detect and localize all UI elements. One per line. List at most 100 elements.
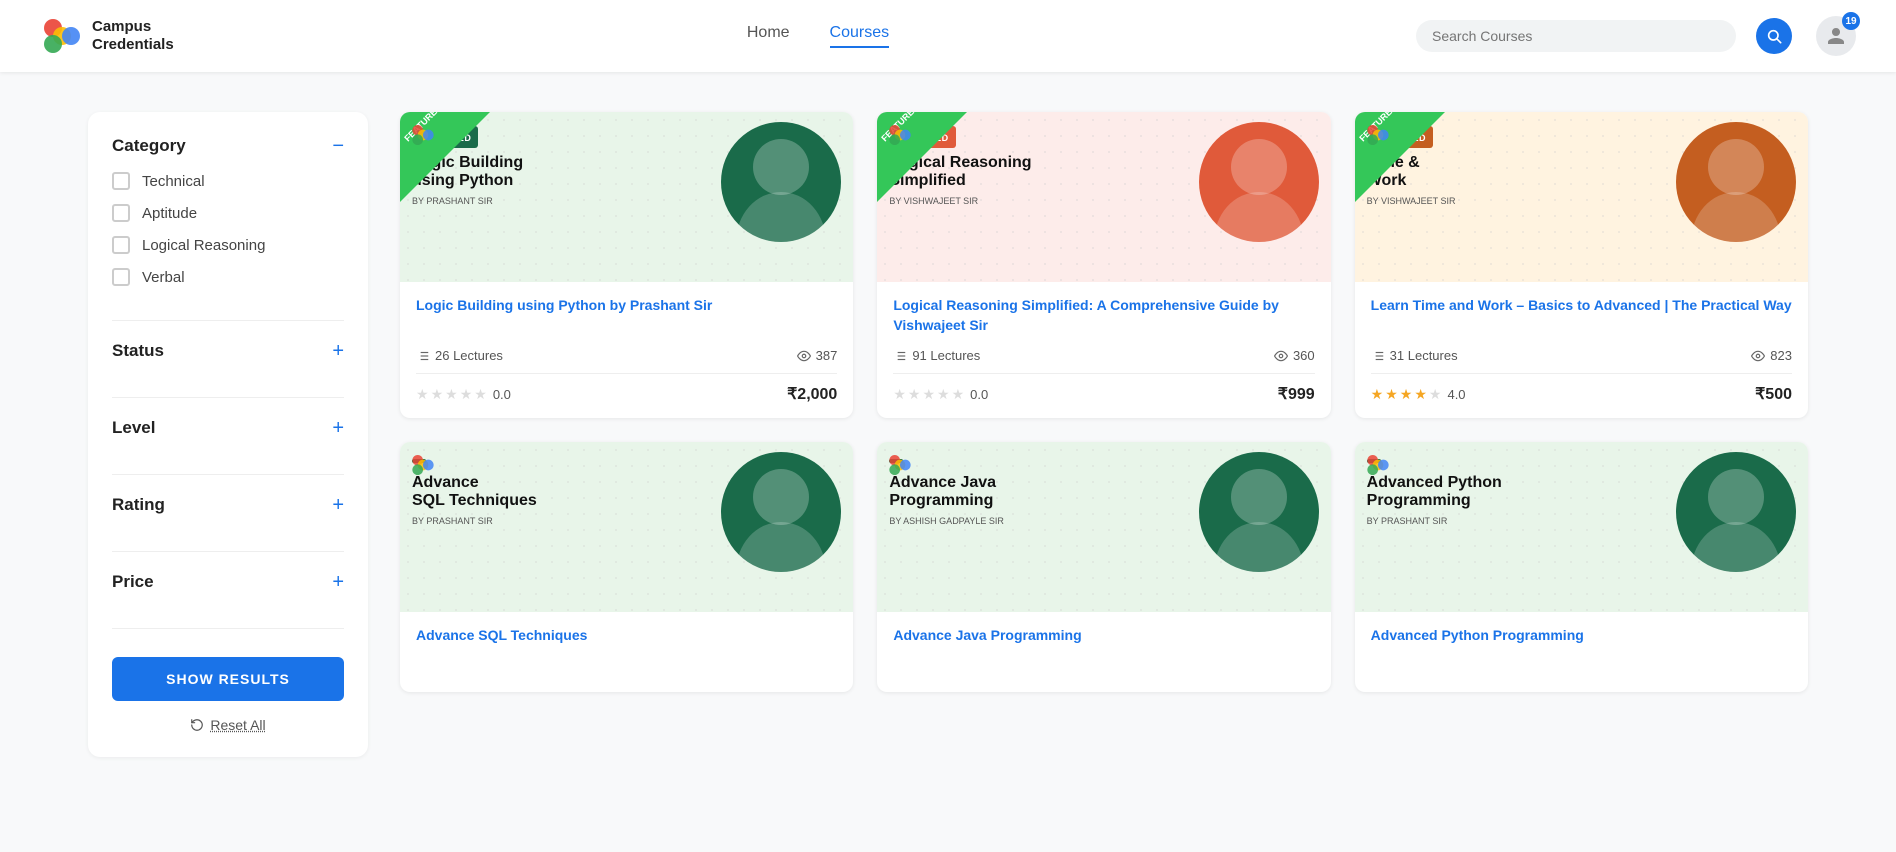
search-button[interactable] <box>1756 18 1792 54</box>
course-thumbnail: AdvanceSQL Techniques BY PRASHANT SIR <box>400 442 853 612</box>
filter-option-technical[interactable]: Technical <box>112 172 344 190</box>
price-title: Price <box>112 572 154 592</box>
course-card[interactable]: FEATURED Time &Work BY VISHWAJEET SIR FE… <box>1355 112 1808 418</box>
checkbox-verbal[interactable] <box>112 268 130 286</box>
thumb-author: BY PRASHANT SIR <box>1367 516 1517 526</box>
cc-logo-thumb <box>410 452 436 483</box>
person-placeholder <box>1676 122 1796 242</box>
rating-title: Rating <box>112 495 165 515</box>
filter-option-aptitude[interactable]: Aptitude <box>112 204 344 222</box>
star-empty: ★ <box>474 386 487 403</box>
star-empty: ★ <box>460 386 473 403</box>
label-logical: Logical Reasoning <box>142 237 265 254</box>
rating-stars: ★★★★★ 4.0 <box>1371 386 1466 403</box>
cc-logo-thumb <box>410 122 436 153</box>
cc-logo-thumb <box>887 452 913 483</box>
filter-option-verbal[interactable]: Verbal <box>112 268 344 286</box>
rating-toggle[interactable]: + <box>332 495 344 515</box>
logo-text: Campus Credentials <box>92 18 174 54</box>
star-empty: ★ <box>445 386 458 403</box>
person-placeholder <box>721 452 841 572</box>
course-card[interactable]: AdvanceSQL Techniques BY PRASHANT SIR Ad… <box>400 442 853 692</box>
user-avatar[interactable]: 19 <box>1816 16 1856 56</box>
course-title: Logic Building using Python by Prashant … <box>416 296 837 336</box>
search-icon <box>1766 28 1782 44</box>
search-box <box>1416 20 1736 52</box>
header: Campus Credentials Home Courses 19 <box>0 0 1896 72</box>
course-card[interactable]: Advanced PythonProgramming BY PRASHANT S… <box>1355 442 1808 692</box>
user-icon <box>1826 26 1846 46</box>
category-toggle[interactable]: − <box>332 136 344 156</box>
list-icon <box>893 349 907 363</box>
star-filled: ★ <box>1371 386 1384 403</box>
category-filter-header: Category − <box>112 136 344 156</box>
course-meta: 91 Lectures 360 <box>893 348 1314 363</box>
course-card[interactable]: FEATURED Logic Buildingusing Python BY P… <box>400 112 853 418</box>
reset-all[interactable]: Reset All <box>112 717 344 733</box>
checkbox-technical[interactable] <box>112 172 130 190</box>
cc-mini-logo <box>410 122 436 148</box>
instructor-avatar <box>1199 122 1319 242</box>
course-price: ₹999 <box>1278 384 1315 404</box>
status-filter: Status + <box>112 341 344 398</box>
star-empty: ★ <box>431 386 444 403</box>
course-body: Advance SQL Techniques <box>400 612 853 692</box>
nav-courses[interactable]: Courses <box>830 24 890 48</box>
thumb-background: AdvanceSQL Techniques BY PRASHANT SIR <box>400 442 853 612</box>
courses-grid: FEATURED Logic Buildingusing Python BY P… <box>400 112 1808 757</box>
views-count: 823 <box>1770 348 1792 363</box>
course-body: Learn Time and Work – Basics to Advanced… <box>1355 282 1808 418</box>
notification-badge: 19 <box>1842 12 1860 30</box>
views-meta: 360 <box>1274 348 1315 363</box>
course-meta: 26 Lectures 387 <box>416 348 837 363</box>
checkbox-aptitude[interactable] <box>112 204 130 222</box>
course-thumbnail: Advance JavaProgramming BY ASHISH GADPAY… <box>877 442 1330 612</box>
level-title: Level <box>112 418 155 438</box>
course-card[interactable]: FEATURED Logical ReasoningSimplified BY … <box>877 112 1330 418</box>
cc-mini-logo <box>1365 452 1391 478</box>
course-body: Advanced Python Programming <box>1355 612 1808 692</box>
course-body: Logic Building using Python by Prashant … <box>400 282 853 418</box>
course-price: ₹500 <box>1755 384 1792 404</box>
lectures-meta: 31 Lectures <box>1371 348 1458 363</box>
star-filled: ★ <box>1414 386 1427 403</box>
course-title: Advanced Python Programming <box>1371 626 1792 666</box>
cc-mini-logo <box>410 452 436 478</box>
label-technical: Technical <box>142 173 205 190</box>
main-nav: Home Courses <box>220 24 1416 48</box>
lectures-meta: 26 Lectures <box>416 348 503 363</box>
logo[interactable]: Campus Credentials <box>40 14 220 58</box>
main-content: Category − Technical Aptitude Logical Re… <box>48 72 1848 797</box>
category-title: Category <box>112 136 186 156</box>
status-toggle[interactable]: + <box>332 341 344 361</box>
course-card[interactable]: Advance JavaProgramming BY ASHISH GADPAY… <box>877 442 1330 692</box>
course-title: Learn Time and Work – Basics to Advanced… <box>1371 296 1792 336</box>
list-icon <box>416 349 430 363</box>
cc-logo-thumb <box>1365 122 1391 153</box>
checkbox-logical[interactable] <box>112 236 130 254</box>
star-empty: ★ <box>893 386 906 403</box>
status-filter-header: Status + <box>112 341 344 361</box>
cc-mini-logo <box>887 452 913 478</box>
nav-home[interactable]: Home <box>747 24 790 48</box>
cc-logo-thumb <box>1365 452 1391 483</box>
cc-logo-thumb <box>887 122 913 153</box>
filter-option-logical[interactable]: Logical Reasoning <box>112 236 344 254</box>
logo-icon <box>40 14 84 58</box>
divider <box>416 373 837 374</box>
instructor-avatar <box>1676 452 1796 572</box>
show-results-button[interactable]: SHOW RESULTS <box>112 657 344 701</box>
star-empty: ★ <box>952 386 965 403</box>
person-placeholder <box>1676 452 1796 572</box>
label-aptitude: Aptitude <box>142 205 197 222</box>
level-toggle[interactable]: + <box>332 418 344 438</box>
price-toggle[interactable]: + <box>332 572 344 592</box>
rating-number: 0.0 <box>493 387 511 402</box>
course-meta: 31 Lectures 823 <box>1371 348 1792 363</box>
views-count: 360 <box>1293 348 1315 363</box>
rating-number: 0.0 <box>970 387 988 402</box>
search-input[interactable] <box>1432 28 1720 44</box>
instructor-avatar <box>721 122 841 242</box>
course-thumbnail: FEATURED Logic Buildingusing Python BY P… <box>400 112 853 282</box>
instructor-avatar <box>1199 452 1319 572</box>
